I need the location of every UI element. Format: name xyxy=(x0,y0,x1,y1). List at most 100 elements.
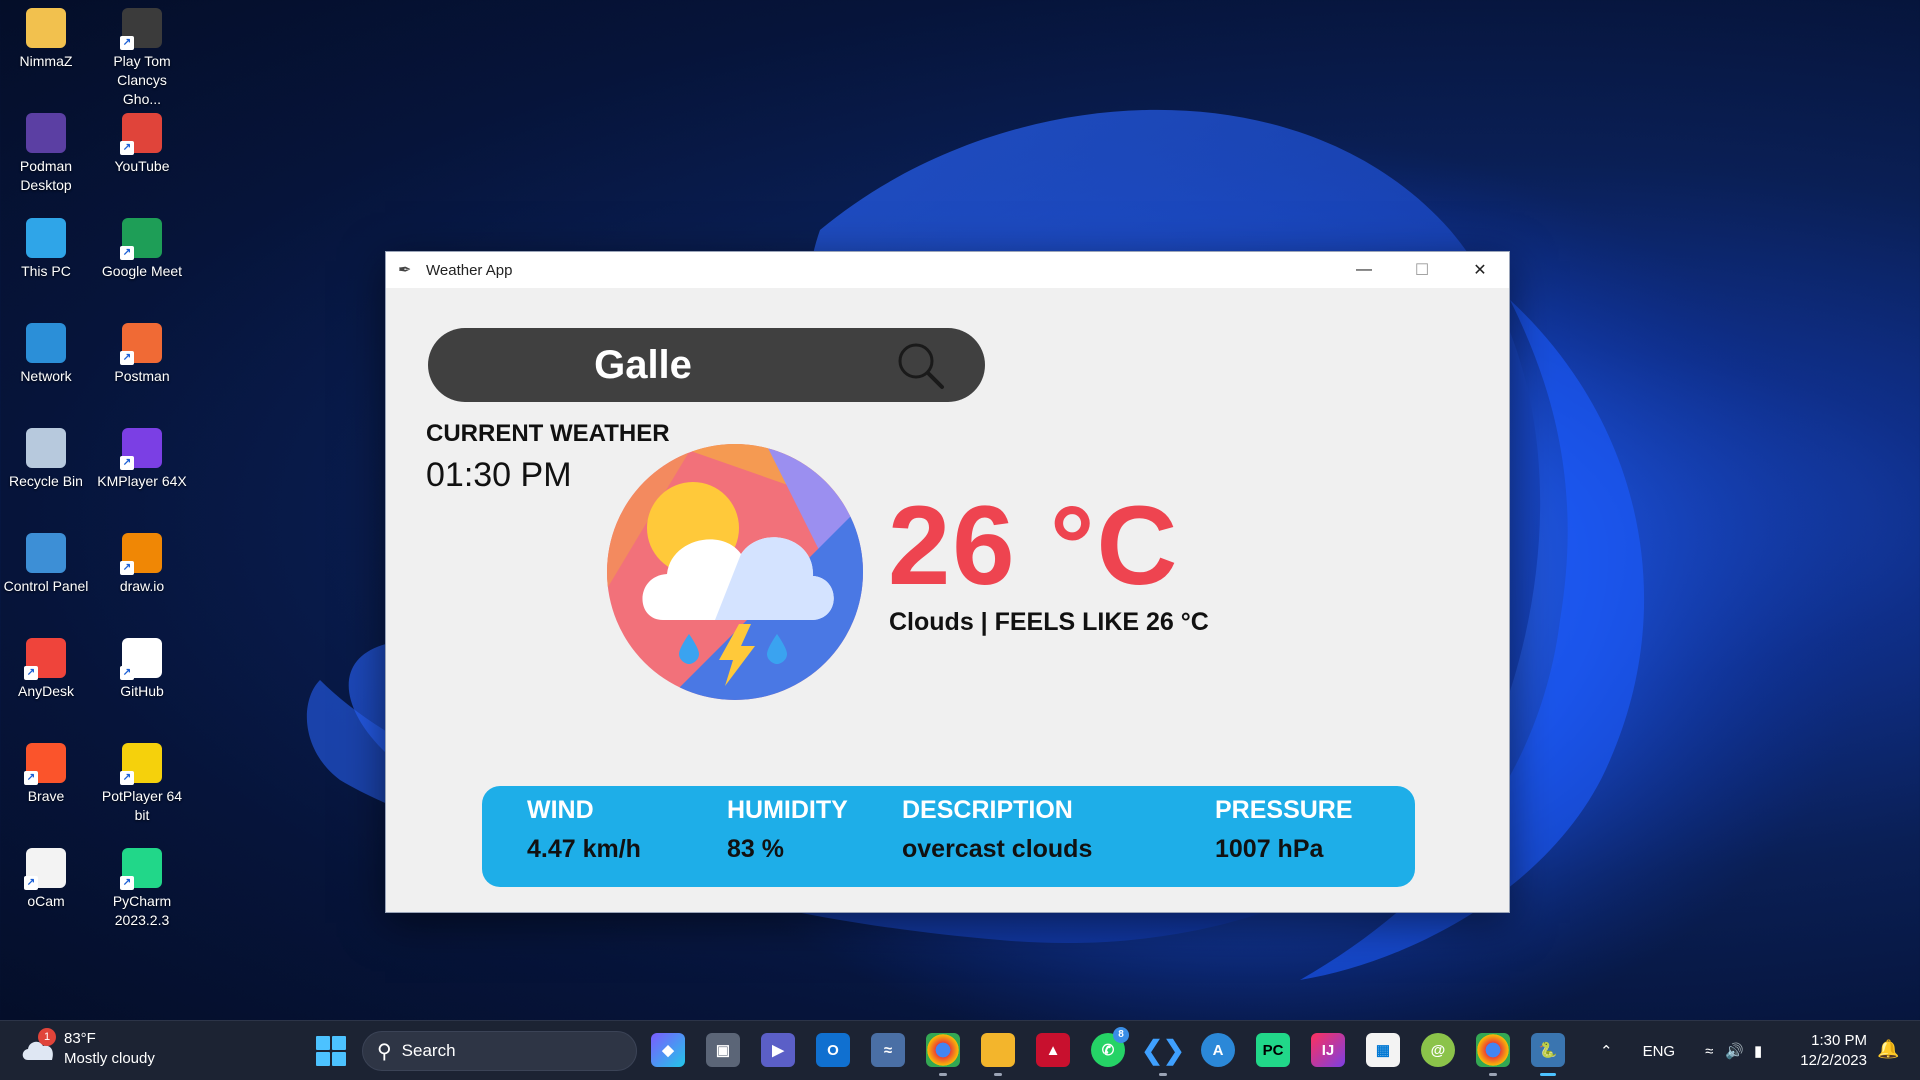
intellij-icon[interactable]: IJ xyxy=(1311,1033,1345,1067)
desktop-icon-kmplayer-64x[interactable]: ↗ KMPlayer 64X xyxy=(97,428,187,491)
pressure-label: PRESSURE xyxy=(1215,796,1353,824)
postman-icon: ↗ xyxy=(120,323,162,365)
minimize-button[interactable]: — xyxy=(1335,252,1393,288)
description-label: DESCRIPTION xyxy=(902,796,1073,824)
desktop-icon-draw-io[interactable]: ↗ draw.io xyxy=(97,533,187,596)
shortcut-arrow-icon: ↗ xyxy=(24,876,38,890)
file-explorer-icon[interactable] xyxy=(981,1033,1015,1076)
pressure-value: 1007 hPa xyxy=(1215,835,1324,863)
whatsapp-badge: 8 xyxy=(1113,1027,1129,1043)
kmplayer-icon: ↗ xyxy=(120,428,162,470)
chrome-icon[interactable] xyxy=(926,1033,960,1076)
recycle-bin-icon xyxy=(26,428,66,468)
desktop-icon-ocam[interactable]: ↗ oCam xyxy=(1,848,91,911)
wind-label: WIND xyxy=(527,796,594,824)
desktop-icon-control-panel[interactable]: Control Panel xyxy=(1,533,91,596)
search-icon[interactable] xyxy=(896,341,946,391)
python-app-icon[interactable]: 🐍 xyxy=(1531,1033,1565,1076)
copilot-icon[interactable]: ◆ xyxy=(651,1033,685,1067)
folder-icon xyxy=(26,8,66,48)
podman-icon xyxy=(26,113,66,153)
desktop-icon-pycharm-2023-2-3[interactable]: ↗ PyCharm 2023.2.3 xyxy=(97,848,187,930)
taskbar-clock[interactable]: 1:30 PM 12/2/2023 xyxy=(1793,1031,1867,1071)
desktop-icon-github[interactable]: ↗ GitHub xyxy=(97,638,187,701)
start-button[interactable] xyxy=(316,1036,346,1066)
title-bar[interactable]: ✒ Weather App — ☐ ✕ xyxy=(386,252,1509,288)
shortcut-arrow-icon: ↗ xyxy=(120,876,134,890)
pycharm-icon[interactable]: PC xyxy=(1256,1033,1290,1067)
volume-icon[interactable]: 🔊 xyxy=(1725,1042,1744,1060)
vscode-icon[interactable]: ❮❯ xyxy=(1141,1033,1185,1076)
outlook-icon[interactable]: O xyxy=(816,1033,850,1067)
potplayer-icon: ↗ xyxy=(120,743,162,785)
taskbar-search[interactable]: ⚲ Search xyxy=(362,1031,637,1071)
desktop-icon-recycle-bin[interactable]: Recycle Bin xyxy=(1,428,91,491)
cloud-storm-icon xyxy=(607,444,863,700)
wifi-icon[interactable]: ≈ xyxy=(1705,1043,1713,1060)
desktop-icon-youtube[interactable]: ↗ YouTube xyxy=(97,113,187,176)
desktop-icon-play-tom-clancys-gho[interactable]: ↗ Play Tom Clancys Gho... xyxy=(97,8,187,109)
city-search-input[interactable]: Galle xyxy=(428,328,858,402)
snail-app-icon[interactable]: @ xyxy=(1421,1033,1455,1067)
search-icon: ⚲ xyxy=(377,1040,392,1063)
show-hidden-icons-chevron-icon[interactable]: ⌃ xyxy=(1600,1042,1613,1060)
whatsapp-icon[interactable]: ✆ 8 xyxy=(1091,1027,1129,1067)
anydesk-icon: ↗ xyxy=(24,638,66,680)
pressure-info: PRESSURE 1007 hPa xyxy=(1215,793,1353,867)
drawio-icon: ↗ xyxy=(120,533,162,575)
chrome-profile-icon[interactable] xyxy=(1476,1033,1510,1076)
photos-icon[interactable]: ≈ xyxy=(871,1033,905,1067)
city-search-bar[interactable]: Galle xyxy=(428,328,985,402)
shortcut-arrow-icon: ↗ xyxy=(120,456,134,470)
desktop-icon-label: Postman xyxy=(114,368,170,384)
desktop-icon-podman-desktop[interactable]: Podman Desktop xyxy=(1,113,91,195)
humidity-label: HUMIDITY xyxy=(727,796,848,824)
description-info: DESCRIPTION overcast clouds xyxy=(902,793,1092,867)
desktop-icon-nimmaz[interactable]: NimmaZ xyxy=(1,8,91,71)
brave-icon: ↗ xyxy=(24,743,66,785)
weather-app-window: ✒ Weather App — ☐ ✕ Galle CURRENT WEATHE… xyxy=(385,251,1510,913)
desktop-icon-postman[interactable]: ↗ Postman xyxy=(97,323,187,386)
shortcut-arrow-icon: ↗ xyxy=(120,771,134,785)
desktop-icon-label: PotPlayer 64 bit xyxy=(101,788,183,823)
teams-chat-icon[interactable]: ▶ xyxy=(761,1033,795,1067)
desktop-icon-this-pc[interactable]: This PC xyxy=(1,218,91,281)
desktop-icon-label: YouTube xyxy=(114,158,170,174)
notification-bell-icon[interactable]: 🔔 xyxy=(1877,1039,1899,1060)
condition-feels-like: Clouds | FEELS LIKE 26 °C xyxy=(889,608,1209,636)
task-view-icon[interactable]: ▣ xyxy=(706,1033,740,1067)
shortcut-arrow-icon: ↗ xyxy=(120,36,134,50)
desktop-icon-network[interactable]: Network xyxy=(1,323,91,386)
battery-icon[interactable]: ▮ xyxy=(1754,1042,1762,1060)
wind-value: 4.47 km/h xyxy=(527,835,641,863)
shortcut-arrow-icon: ↗ xyxy=(120,141,134,155)
taskbar: 1 83°F Mostly cloudy ⚲ Search ◆ ▣ ▶ O ≈ … xyxy=(0,1020,1920,1080)
app-store-icon[interactable]: A xyxy=(1201,1033,1235,1067)
desktop-icon-label: KMPlayer 64X xyxy=(97,473,187,489)
desktop-icon-potplayer-64-bit[interactable]: ↗ PotPlayer 64 bit xyxy=(97,743,187,825)
feather-icon: ✒ xyxy=(398,262,412,279)
meet-icon: ↗ xyxy=(120,218,162,260)
maximize-button[interactable]: ☐ xyxy=(1393,252,1451,288)
close-button[interactable]: ✕ xyxy=(1451,252,1509,288)
monitor-icon xyxy=(26,218,66,258)
desktop-icon-brave[interactable]: ↗ Brave xyxy=(1,743,91,806)
clock-time: 1:30 PM xyxy=(1811,1032,1867,1049)
microsoft-store-icon[interactable]: ▦ xyxy=(1366,1033,1400,1067)
desktop-icon-label: draw.io xyxy=(119,578,165,594)
taskbar-weather-widget[interactable]: 1 83°F Mostly cloudy xyxy=(20,1028,155,1069)
chrome-icon: ↗ xyxy=(120,113,162,155)
window-title: Weather App xyxy=(426,261,513,279)
desktop-icon-label: GitHub xyxy=(120,683,164,699)
desktop-icon-label: PyCharm 2023.2.3 xyxy=(112,893,172,928)
desktop-icon-google-meet[interactable]: ↗ Google Meet xyxy=(97,218,187,281)
system-tray: ⌃ ENG ≈ 🔊 ▮ xyxy=(1600,1021,1762,1080)
shortcut-arrow-icon: ↗ xyxy=(120,351,134,365)
control-panel-icon xyxy=(26,533,66,573)
language-indicator[interactable]: ENG xyxy=(1643,1043,1676,1060)
temperature-readout: 26 °C xyxy=(888,483,1180,608)
clock-date: 12/2/2023 xyxy=(1800,1052,1867,1069)
desktop-icon-anydesk[interactable]: ↗ AnyDesk xyxy=(1,638,91,701)
game-app-icon[interactable]: ▲ xyxy=(1036,1033,1070,1067)
humidity-info: HUMIDITY 83 % xyxy=(727,793,848,867)
